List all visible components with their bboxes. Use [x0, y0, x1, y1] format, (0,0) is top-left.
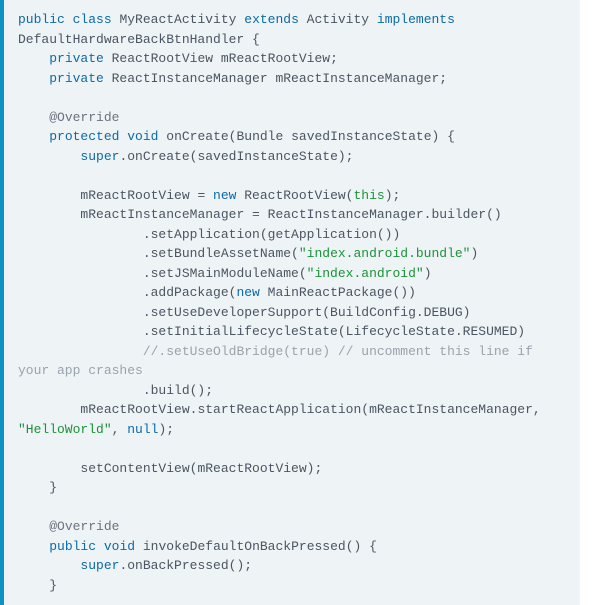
code-token-annot: @Override: [49, 519, 119, 534]
code-token-base: [18, 129, 49, 144]
code-token-kw: super: [80, 149, 119, 164]
code-token-base: ReactRootView mReactRootView;: [104, 51, 338, 66]
code-token-base: [65, 12, 73, 27]
code-token-base: mReactRootView.startReactApplication(mRe…: [18, 402, 549, 417]
code-token-base: MainReactPackage()): [260, 285, 416, 300]
code-token-base: setContentView(mReactRootView);: [18, 461, 322, 476]
code-token-kw: new: [236, 285, 259, 300]
code-token-base: mReactRootView =: [18, 188, 213, 203]
code-token-base: [18, 539, 49, 554]
code-token-base: .setApplication(getApplication()): [18, 227, 400, 242]
code-token-base: ReactRootView(: [236, 188, 353, 203]
code-token-base: MyReactActivity: [112, 12, 245, 27]
code-token-kw: void: [127, 129, 158, 144]
code-token-base: .setUseDeveloperSupport(BuildConfig.DEBU…: [18, 305, 470, 320]
code-token-kw: extends: [244, 12, 299, 27]
code-content: public class MyReactActivity extends Act…: [18, 10, 566, 595]
code-token-base: .onBackPressed();: [119, 558, 252, 573]
code-token-kw: class: [73, 12, 112, 27]
code-token-str: "HelloWorld": [18, 422, 112, 437]
code-token-base: invokeDefaultOnBackPressed() {: [135, 539, 377, 554]
code-token-str: "index.android": [307, 266, 424, 281]
code-token-base: [96, 539, 104, 554]
code-token-base: [18, 110, 49, 125]
code-token-kw: protected: [49, 129, 119, 144]
code-token-kw: public: [18, 12, 65, 27]
code-token-base: [18, 51, 49, 66]
code-token-base: mReactInstanceManager = ReactInstanceMan…: [18, 207, 502, 222]
code-token-base: ): [471, 246, 479, 261]
code-token-null: null: [127, 422, 158, 437]
code-token-annot: @Override: [49, 110, 119, 125]
code-token-base: .build();: [18, 383, 213, 398]
code-token-kw: implements: [377, 12, 455, 27]
code-token-kw: void: [104, 539, 135, 554]
code-token-base: );: [158, 422, 174, 437]
code-token-this: this: [353, 188, 384, 203]
code-token-kw: public: [49, 539, 96, 554]
code-token-base: );: [385, 188, 401, 203]
code-token-base: }: [18, 480, 57, 495]
code-token-base: .setJSMainModuleName(: [18, 266, 307, 281]
code-token-kw: super: [80, 558, 119, 573]
code-token-kw: private: [49, 71, 104, 86]
code-token-base: [18, 149, 80, 164]
code-token-base: [18, 344, 143, 359]
code-token-base: .setInitialLifecycleState(LifecycleState…: [18, 324, 525, 339]
code-token-base: Activity: [299, 12, 377, 27]
code-token-base: ReactInstanceManager mReactInstanceManag…: [104, 71, 447, 86]
code-token-base: [18, 558, 80, 573]
code-token-base: onCreate(Bundle savedInstanceState) {: [158, 129, 454, 144]
code-token-base: [18, 71, 49, 86]
code-token-kw: private: [49, 51, 104, 66]
code-token-base: .setBundleAssetName(: [18, 246, 299, 261]
code-token-str: "index.android.bundle": [299, 246, 471, 261]
code-token-base: ): [424, 266, 432, 281]
code-token-base: }: [18, 578, 57, 593]
code-token-base: .addPackage(: [18, 285, 236, 300]
code-token-base: .onCreate(savedInstanceState);: [119, 149, 353, 164]
code-token-base: ,: [112, 422, 128, 437]
code-token-base: [18, 519, 49, 534]
code-token-kw: new: [213, 188, 236, 203]
code-block: public class MyReactActivity extends Act…: [0, 0, 580, 605]
